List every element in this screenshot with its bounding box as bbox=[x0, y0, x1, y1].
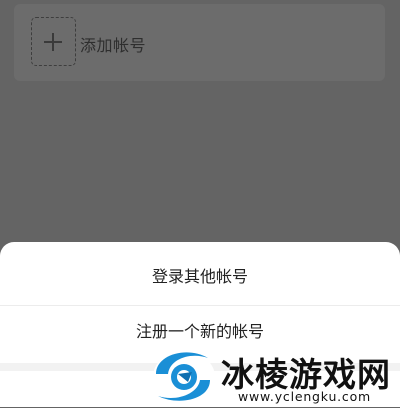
login-other-account-button[interactable]: 登录其他帐号 bbox=[0, 265, 400, 289]
plus-icon-stroke bbox=[52, 33, 54, 51]
add-account-card[interactable]: 添加帐号 bbox=[14, 4, 385, 81]
add-account-label: 添加帐号 bbox=[80, 36, 147, 55]
add-account-button[interactable] bbox=[31, 17, 76, 66]
swirl-logo-icon bbox=[153, 351, 215, 403]
watermark-url: www.yclengku.com bbox=[238, 389, 372, 404]
watermark: 冰棱游戏网 www.yclengku.com bbox=[148, 340, 400, 407]
sheet-divider bbox=[0, 305, 400, 306]
